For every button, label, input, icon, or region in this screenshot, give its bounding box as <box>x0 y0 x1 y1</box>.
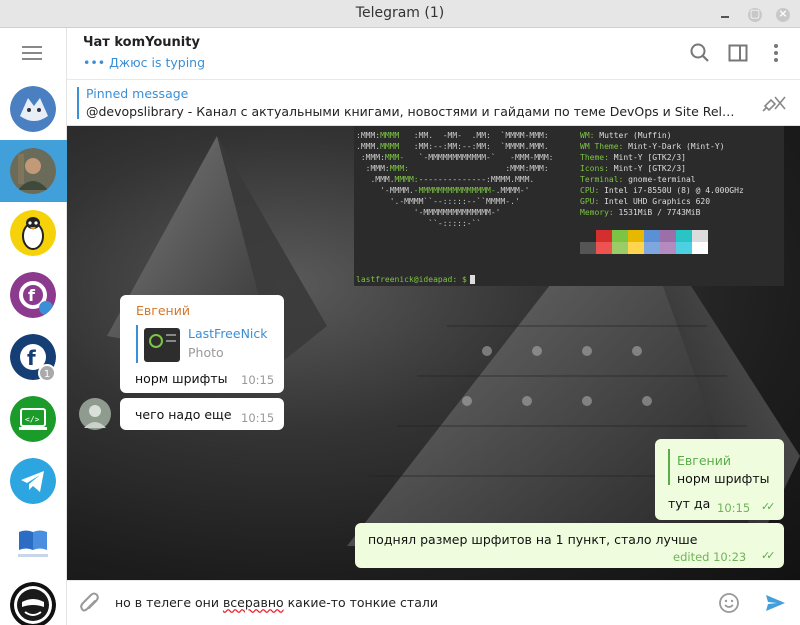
ascii-art-logo: :MMM:MMMM :MM. -MM- .MM: `MMMM-MMM: .MMM… <box>356 131 554 228</box>
palette-swatch <box>644 230 660 242</box>
palette-swatch <box>692 230 708 242</box>
chat-messages-area[interactable]: :MMM:MMMM :MM. -MM- .MM: `MMMM-MMM: .MMM… <box>67 126 800 580</box>
message-text: норм шрифты <box>135 371 228 386</box>
fedora-avatar-icon: f <box>10 272 56 318</box>
message-time: edited 10:23 <box>673 550 747 564</box>
system-info: WM: Mutter (Muffin) WM Theme: Mint-Y-Dark… <box>580 130 744 218</box>
chat-item-terminal[interactable]: </> <box>10 396 56 442</box>
svg-text:f: f <box>27 346 36 370</box>
emoji-icon[interactable] <box>718 592 740 614</box>
typing-dots-icon: ••• <box>83 55 106 70</box>
close-button[interactable]: × <box>776 7 790 22</box>
system-info-line: Theme: Mint-Y [GTK2/3] <box>580 153 686 162</box>
typing-status-text: Джюс is typing <box>109 55 206 70</box>
palette-swatch <box>612 230 628 242</box>
window-title: Telegram (1) <box>355 5 445 21</box>
typing-status: ••• Джюс is typing <box>83 55 205 70</box>
palette-swatch <box>692 242 708 254</box>
palette-swatch <box>644 242 660 254</box>
search-icon[interactable] <box>689 42 711 64</box>
read-ticks-icon: ✓✓ <box>761 549 776 562</box>
system-info-line: Memory: 1531MiB / 7743MiB <box>580 208 701 217</box>
palette-swatch <box>580 230 596 242</box>
palette-swatch <box>580 242 596 254</box>
reply-preview: Photo <box>188 345 224 360</box>
sender-avatar[interactable] <box>79 398 111 430</box>
terminal-prompt: lastfreenick@ideapad: $ <box>356 274 475 285</box>
wolf-avatar-icon <box>10 86 56 132</box>
message-input[interactable]: но в телеге они всеравно какие-то тонкие… <box>115 595 438 610</box>
reply-bar <box>136 325 138 363</box>
message-text: поднял размер шрфитов на 1 пункт, стало … <box>368 532 698 547</box>
misspelled-word[interactable]: всеравно <box>223 595 284 610</box>
system-info-line: WM Theme: Mint-Y-Dark (Mint-Y) <box>580 142 725 151</box>
send-icon[interactable] <box>764 592 786 614</box>
pinned-message-bar[interactable]: Pinned message @devopslibrary - Канал с … <box>67 80 800 126</box>
photo-avatar-icon <box>10 148 56 194</box>
maximize-button[interactable]: ▢ <box>748 7 762 22</box>
palette-swatch <box>660 230 676 242</box>
more-menu-icon[interactable] <box>765 42 787 64</box>
chat-item-komyounity[interactable] <box>10 148 56 194</box>
chat-item-telegram[interactable] <box>10 458 56 504</box>
terminal-avatar-icon: </> <box>10 396 56 442</box>
system-info-line: Icons: Mint-Y [GTK2/3] <box>580 164 686 173</box>
message-bubble-outgoing[interactable]: Евгений норм шрифты тут да 10:15 ✓✓ <box>655 439 784 520</box>
chat-item-masked[interactable] <box>10 582 56 625</box>
palette-swatch <box>676 230 692 242</box>
pinned-text: @devopslibrary - Канал с актуальными кни… <box>86 104 736 119</box>
masked-avatar-icon <box>10 582 56 625</box>
chat-title[interactable]: Чат komYounity <box>83 35 200 50</box>
reply-preview: норм шрифты <box>677 471 770 486</box>
sender-name[interactable]: Евгений <box>136 303 190 318</box>
palette-swatch <box>612 242 628 254</box>
chat-list-sidebar: f f 1 </> <box>0 28 67 625</box>
reply-author[interactable]: LastFreeNick <box>188 326 268 341</box>
palette-swatch <box>596 230 612 242</box>
reply-author[interactable]: Евгений <box>677 453 731 468</box>
reply-photo-thumbnail[interactable] <box>144 328 180 362</box>
chat-item-book[interactable] <box>10 520 56 566</box>
palette-swatch <box>660 242 676 254</box>
linux-tux-avatar-icon <box>10 210 56 256</box>
menu-icon[interactable] <box>22 46 42 60</box>
book-logo-avatar-icon <box>10 520 56 566</box>
message-composer[interactable]: но в телеге они всеравно какие-то тонкие… <box>67 580 800 625</box>
palette-swatch <box>596 242 612 254</box>
message-text: тут да <box>668 496 711 511</box>
reply-bar <box>668 449 670 485</box>
unread-badge: 1 <box>38 364 56 382</box>
palette-swatch <box>676 242 692 254</box>
minimize-button[interactable] <box>718 8 732 22</box>
palette-swatch <box>628 230 644 242</box>
palette-swatch <box>628 242 644 254</box>
unpin-icon[interactable] <box>761 94 787 112</box>
system-info-line: CPU: Intel i7-8550U (8) @ 4.000GHz <box>580 186 744 195</box>
system-info-line: WM: Mutter (Muffin) <box>580 131 672 140</box>
read-ticks-icon: ✓✓ <box>761 500 776 513</box>
color-palette <box>580 230 708 254</box>
chat-header: Чат komYounity ••• Джюс is typing <box>67 28 800 80</box>
neofetch-screenshot[interactable]: :MMM:MMMM :MM. -MM- .MM: `MMMM-MMM: .MMM… <box>354 126 784 286</box>
chat-item-linux[interactable] <box>10 210 56 256</box>
message-bubble-outgoing[interactable]: поднял размер шрфитов на 1 пункт, стало … <box>355 523 784 568</box>
sidebar-toggle-icon[interactable] <box>727 42 749 64</box>
chat-item-fedora[interactable]: f <box>10 272 56 318</box>
message-bubble-incoming[interactable]: Евгений LastFreeNick Photo норм шрифты 1… <box>120 295 284 393</box>
message-time: 10:15 <box>717 501 751 515</box>
pinned-accent-bar <box>77 87 79 119</box>
attach-icon[interactable] <box>79 592 101 616</box>
system-info-line: GPU: Intel UHD Graphics 620 <box>580 197 711 206</box>
system-info-line: Terminal: gnome-terminal <box>580 175 696 184</box>
message-text: чего надо еще <box>135 407 232 422</box>
svg-text:</>: </> <box>25 415 40 424</box>
message-bubble-incoming[interactable]: чего надо еще 10:15 <box>120 398 284 430</box>
telegram-avatar-icon <box>10 458 56 504</box>
svg-text:f: f <box>28 286 36 305</box>
pinned-title: Pinned message <box>86 86 189 101</box>
chat-item-wolf[interactable] <box>10 86 56 132</box>
message-time: 10:15 <box>241 411 275 425</box>
message-time: 10:15 <box>241 373 275 387</box>
window-titlebar: Telegram (1) ▢ × <box>0 0 800 28</box>
